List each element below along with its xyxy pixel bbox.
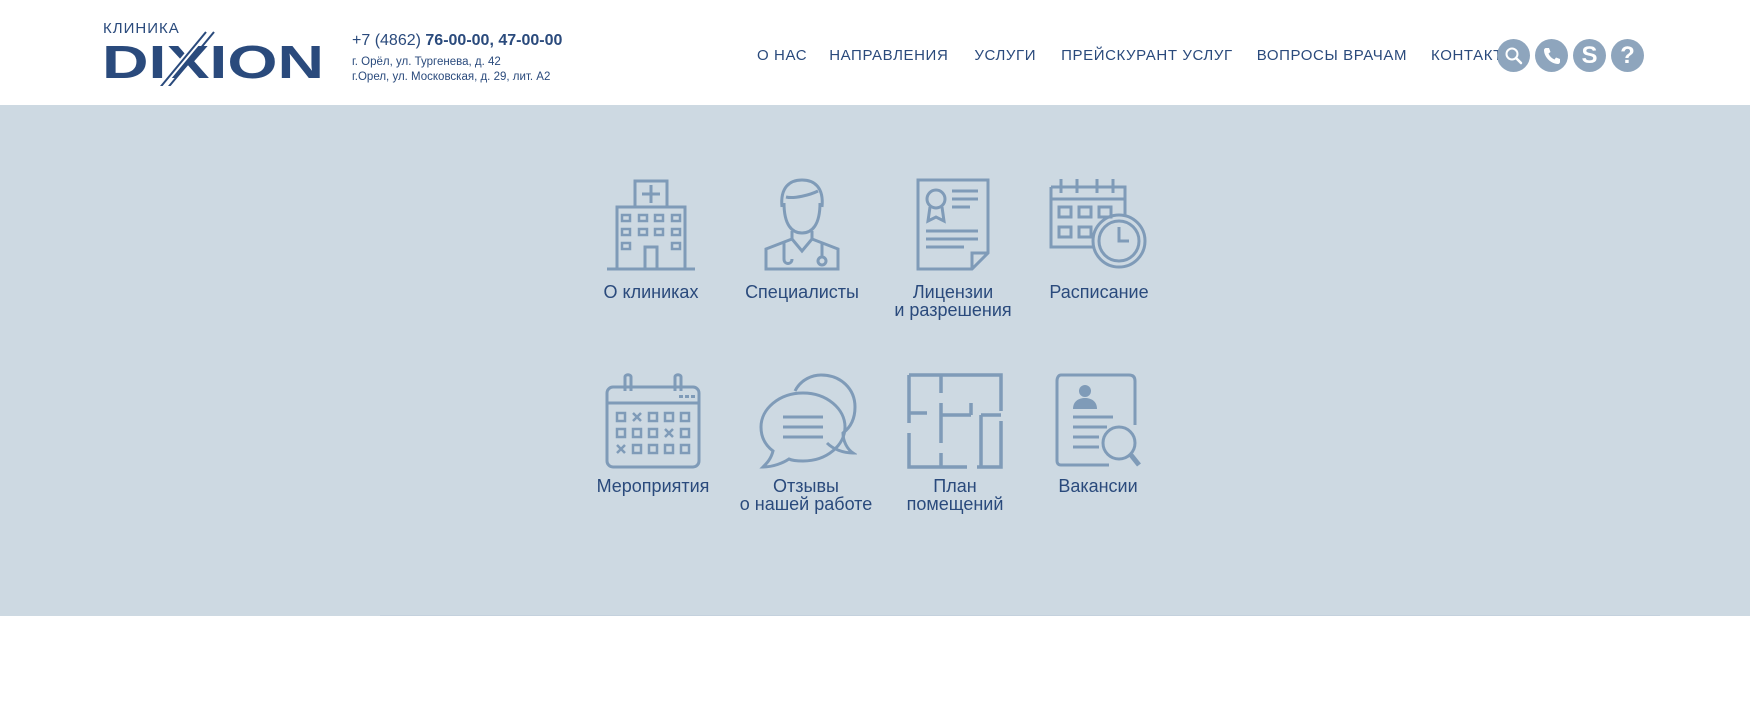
header-tools: S ? xyxy=(1497,39,1649,72)
calendar-clock-icon xyxy=(1049,179,1147,269)
tile-label-line2: и разрешения xyxy=(894,300,1012,320)
nav-item-about[interactable]: О НАС xyxy=(757,47,807,64)
tile-label-line1: Лицензии xyxy=(912,282,994,302)
phone-prefix: +7 (4862) xyxy=(352,32,426,49)
quick-links-panel: О клиниках Специалисты Лицензии и разреш… xyxy=(0,105,1750,616)
address-2: г.Орел, ул. Московская, д. 29, лит. А2 xyxy=(352,70,551,83)
contacts-block: +7 (4862) 76-00-00, 47-00-00 г. Орёл, ул… xyxy=(352,32,562,84)
nav-item-ask-doctors[interactable]: ВОПРОСЫ ВРАЧАМ xyxy=(1257,47,1407,64)
tile-label-line2: помещений xyxy=(906,494,1004,514)
tile-reviews[interactable]: Отзывы о нашей работе xyxy=(737,373,875,513)
vacancy-search-icon xyxy=(1055,373,1141,467)
tile-label: Специалисты xyxy=(745,282,859,302)
tile-vacancies[interactable]: Вакансии xyxy=(1042,373,1154,495)
logo-wordmark: DIXION xyxy=(102,30,324,86)
tile-label-line1: Отзывы xyxy=(773,476,839,496)
tile-specialists[interactable]: Специалисты xyxy=(741,177,863,301)
tile-floor-plan[interactable]: План помещений xyxy=(895,373,1015,513)
tile-about-clinics[interactable]: О клиниках xyxy=(598,177,704,301)
doctor-icon xyxy=(764,178,840,271)
chat-bubbles-icon xyxy=(759,373,857,469)
floor-plan-icon xyxy=(907,373,1003,469)
phone-line[interactable]: +7 (4862) 76-00-00, 47-00-00 xyxy=(352,32,562,50)
tile-label: Мероприятия xyxy=(596,476,710,496)
phone-icon[interactable] xyxy=(1535,39,1568,72)
address-1: г. Орёл, ул. Тургенева, д. 42 xyxy=(352,56,501,68)
tile-label: О клиниках xyxy=(603,282,699,302)
page-bottom-area xyxy=(0,616,1750,719)
logo-name: DIXION xyxy=(102,36,324,86)
search-icon[interactable] xyxy=(1497,39,1530,72)
tile-label-line2: о нашей работе xyxy=(739,494,873,514)
events-calendar-icon xyxy=(605,373,701,469)
tile-label: Расписание xyxy=(1049,282,1149,302)
main-nav: О НАС НАПРАВЛЕНИЯ УСЛУГИ ПРЕЙСКУРАНТ УСЛ… xyxy=(750,47,1517,64)
site-header: КЛИНИКА DIXION +7 (4862) 76-00-00, 47-00… xyxy=(0,0,1750,105)
phone-numbers: 76-00-00, 47-00-00 xyxy=(425,32,563,49)
nav-item-price-list[interactable]: ПРЕЙСКУРАНТ УСЛУГ xyxy=(1061,47,1233,64)
help-icon[interactable]: ? xyxy=(1611,39,1644,72)
tile-licenses[interactable]: Лицензии и разрешения xyxy=(890,177,1016,319)
tile-events[interactable]: Мероприятия xyxy=(589,373,717,495)
nav-item-directions[interactable]: НАПРАВЛЕНИЯ xyxy=(829,47,948,64)
logo[interactable]: КЛИНИКА DIXION xyxy=(102,20,324,86)
tile-label-line1: План xyxy=(933,476,977,496)
nav-item-services[interactable]: УСЛУГИ xyxy=(974,47,1036,64)
certificate-icon xyxy=(916,178,990,271)
hospital-icon xyxy=(607,179,695,271)
tile-label: Вакансии xyxy=(1058,476,1138,496)
skype-icon[interactable]: S xyxy=(1573,39,1606,72)
tile-schedule[interactable]: Расписание xyxy=(1044,177,1154,301)
